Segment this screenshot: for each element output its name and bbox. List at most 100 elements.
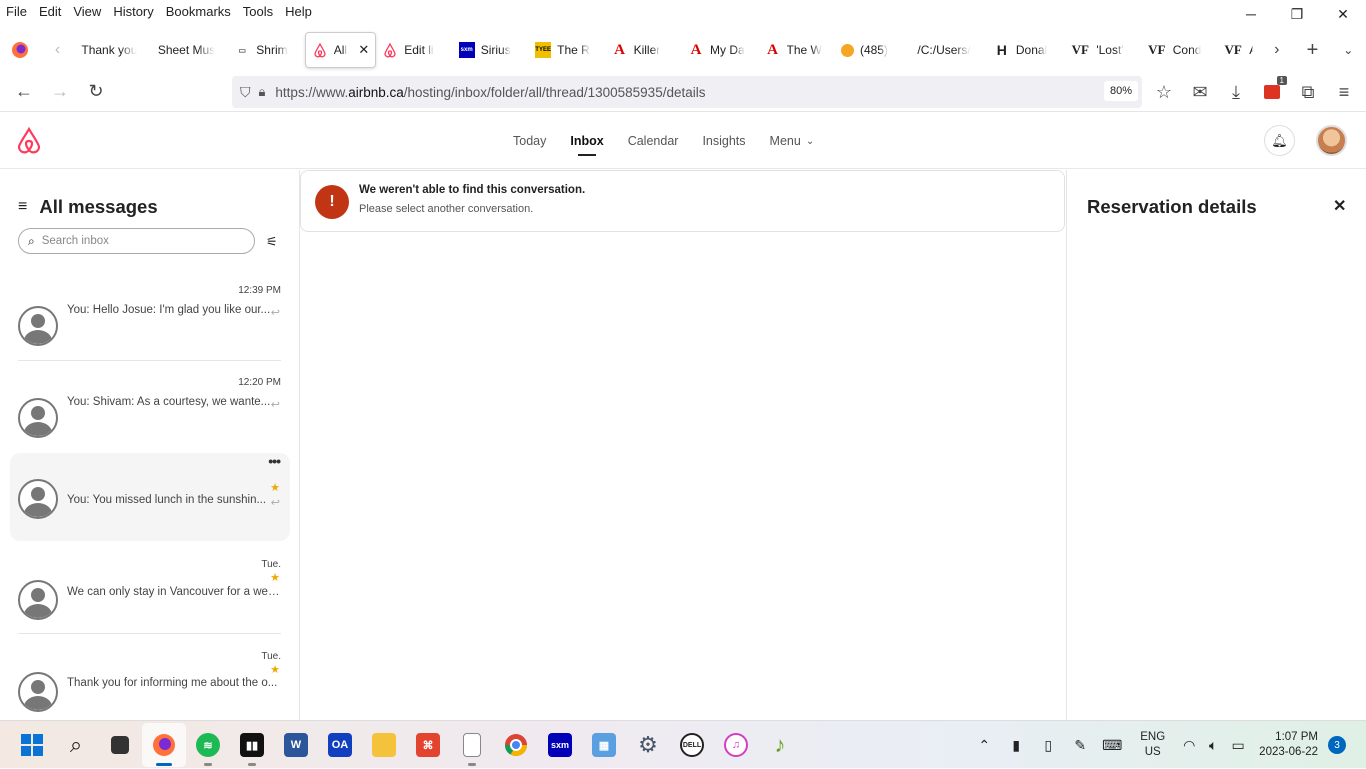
menu-file[interactable]: File <box>0 4 33 19</box>
spotify-icon[interactable]: ≋ <box>186 723 230 767</box>
oa-app-icon[interactable]: OA <box>318 723 362 767</box>
dell-icon[interactable]: DELL <box>670 723 714 767</box>
reply-icon: ↩ <box>270 307 280 319</box>
tab[interactable]: VF 'Lost' <box>1064 32 1140 68</box>
menu-help[interactable]: Help <box>279 4 318 19</box>
list-item-selected[interactable]: ••• ★ You: You missed lunch in the sunsh… <box>10 453 290 541</box>
list-item[interactable]: 12:39 PM You: Hello Josue: I'm glad you … <box>10 280 290 368</box>
tab[interactable]: VF Cond <box>1141 32 1217 68</box>
mail-icon[interactable]: ✉ <box>1182 74 1218 110</box>
site-nav: Today Inbox Calendar Insights Menu ⌄ <box>513 113 838 169</box>
tabs-scroll-right-button[interactable]: › <box>1259 32 1295 68</box>
extensions-puzzle-icon[interactable]: ⧉ <box>1290 74 1326 110</box>
bookmark-star-icon[interactable]: ☆ <box>1146 74 1182 110</box>
tab[interactable]: A Killer <box>606 32 682 68</box>
list-item[interactable]: 12:20 PM You: Shivam: As a courtesy, we … <box>10 372 290 460</box>
shield-icon[interactable]: ⛉ <box>240 84 251 101</box>
nav-insights[interactable]: Insights <box>702 113 745 169</box>
star-icon[interactable]: ★ <box>270 481 280 494</box>
minimize-button[interactable]: ─ <box>1228 0 1274 28</box>
notifications-bell-icon[interactable]: 🔔︎ <box>1264 125 1295 156</box>
tab[interactable]: TYEE The R <box>529 32 605 68</box>
filter-icon[interactable]: ⚟ <box>266 234 278 250</box>
settings-gear-icon[interactable]: ⚙ <box>626 723 670 767</box>
menu-edit[interactable]: Edit <box>33 4 67 19</box>
back-button[interactable]: ← <box>6 74 42 110</box>
close-tab-icon[interactable]: ✕ <box>358 42 369 58</box>
divider <box>18 360 281 361</box>
close-window-button[interactable]: ✕ <box>1320 0 1366 28</box>
chevron-up-icon[interactable]: ⌃ <box>968 737 1000 754</box>
list-item[interactable]: Tue. ★ Thank you for informing me about … <box>10 646 290 720</box>
zoom-indicator[interactable]: 80% <box>1103 81 1138 101</box>
extension-icon[interactable]: 1 <box>1254 74 1290 110</box>
tab[interactable]: H Donal <box>988 32 1064 68</box>
menu-tools[interactable]: Tools <box>237 4 279 19</box>
firefox-menu-icon[interactable] <box>0 32 40 68</box>
tab[interactable]: Edit li <box>376 32 452 68</box>
task-view-icon[interactable] <box>98 723 142 767</box>
forward-button[interactable]: → <box>42 74 78 110</box>
chrome-icon[interactable] <box>494 723 538 767</box>
more-options-icon[interactable]: ••• <box>268 453 281 469</box>
star-icon[interactable]: ★ <box>270 571 280 584</box>
clock[interactable]: 1:07 PM 2023-06-22 <box>1251 730 1328 760</box>
tabs-scroll-left-button[interactable]: ‹ <box>40 32 76 68</box>
music-note-icon[interactable]: ♪ <box>758 723 802 767</box>
url-bar[interactable]: ⛉ 🔒︎ https://www. airbnb.ca/hosting/inbox… <box>232 76 1142 108</box>
download-icon[interactable]: ⤓ <box>1218 74 1254 110</box>
restore-button[interactable]: ❐ <box>1274 0 1320 28</box>
tab[interactable]: Thank you <box>75 32 151 68</box>
avatar[interactable] <box>1316 125 1347 156</box>
menu-view[interactable]: View <box>67 4 107 19</box>
tab[interactable]: sxm Sirius <box>453 32 529 68</box>
volume-icon[interactable]: 🔈︎ <box>1201 737 1225 754</box>
search-icon[interactable]: ⌕ <box>54 723 98 767</box>
list-tabs-button[interactable]: ⌄ <box>1330 32 1366 68</box>
acrobat-icon[interactable]: ⌘ <box>406 723 450 767</box>
nav-today[interactable]: Today <box>513 113 546 169</box>
tab[interactable]: /C:/Users/ <box>911 32 987 68</box>
control-panel-icon[interactable]: ▦ <box>582 723 626 767</box>
lock-icon[interactable]: 🔒︎ <box>259 84 266 100</box>
firefox-icon[interactable] <box>142 723 186 767</box>
nav-calendar[interactable]: Calendar <box>628 113 679 169</box>
search-input[interactable]: ⌕ Search inbox <box>18 228 255 254</box>
tab[interactable]: VF A <box>1217 32 1259 68</box>
word-icon[interactable]: W <box>274 723 318 767</box>
reload-button[interactable]: ↻ <box>78 74 114 110</box>
tab[interactable]: (485) <box>835 32 911 68</box>
new-tab-button[interactable]: + <box>1295 32 1331 68</box>
tab[interactable]: A The W <box>759 32 835 68</box>
keyboard-icon[interactable]: ⌨ <box>1096 737 1128 754</box>
sxm-app-icon[interactable]: sxm <box>538 723 582 767</box>
nav-inbox[interactable]: Inbox <box>570 113 604 169</box>
file-explorer-icon[interactable] <box>362 723 406 767</box>
hamburger-icon[interactable]: ≡ <box>18 198 27 216</box>
document-icon[interactable] <box>450 723 494 767</box>
audio-meter-icon[interactable]: ▮ <box>1000 737 1032 754</box>
tab[interactable]: Sheet Mus <box>152 32 228 68</box>
list-item[interactable]: Tue. ★ We can only stay in Vancouver for… <box>10 554 290 642</box>
language-indicator[interactable]: ENG US <box>1128 730 1177 760</box>
star-icon[interactable]: ★ <box>270 663 280 676</box>
battery-icon[interactable]: ▭ <box>1225 737 1251 754</box>
tab[interactable]: ▭ Shrim <box>228 32 304 68</box>
tab-active[interactable]: All ✕ <box>304 32 377 68</box>
airbnb-logo-icon[interactable] <box>16 126 42 160</box>
error-alert: ! We weren't able to find this conversat… <box>300 170 1065 232</box>
audio-app-icon[interactable]: ▮▮ <box>230 723 274 767</box>
tab-label: 'Lost' <box>1096 43 1124 57</box>
windows-start-icon[interactable] <box>10 723 54 767</box>
close-icon[interactable]: ✕ <box>1333 196 1346 216</box>
menu-bookmarks[interactable]: Bookmarks <box>160 4 237 19</box>
notification-count-badge[interactable]: 3 <box>1328 736 1346 754</box>
nav-menu[interactable]: Menu ⌄ <box>770 113 815 169</box>
wifi-icon[interactable]: ◠ <box>1177 737 1201 754</box>
usb-icon[interactable]: ▯ <box>1032 737 1064 754</box>
pen-icon[interactable]: ✎ <box>1064 737 1096 754</box>
tab[interactable]: A My Da <box>682 32 758 68</box>
app-menu-icon[interactable]: ≡ <box>1326 74 1362 110</box>
itunes-icon[interactable]: ♫ <box>714 723 758 767</box>
menu-history[interactable]: History <box>107 4 159 19</box>
